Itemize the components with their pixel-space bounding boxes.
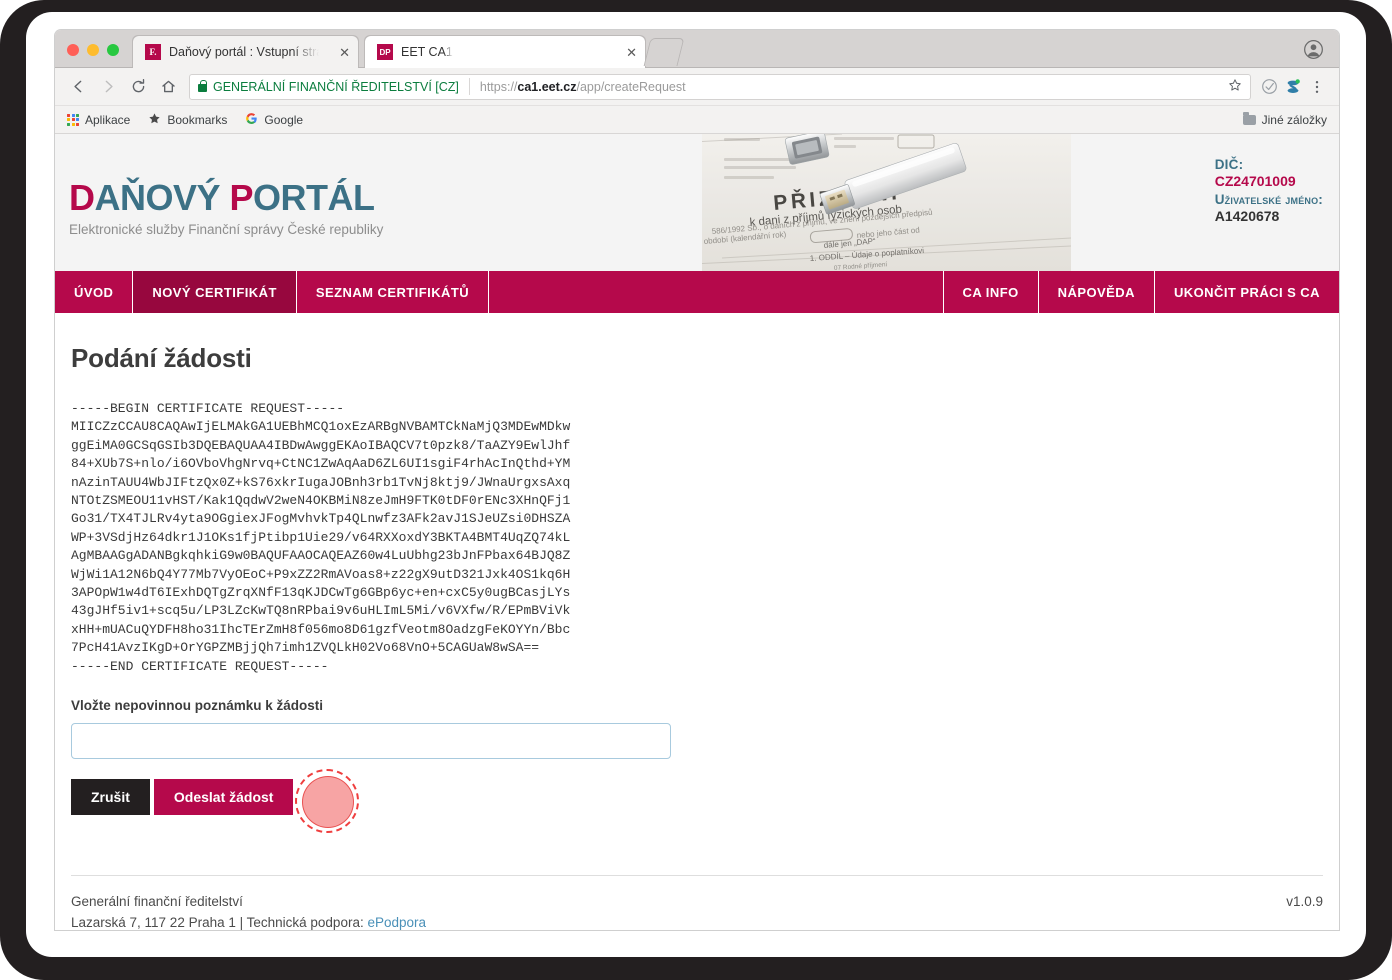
- browser-tab-2-close-icon[interactable]: ✕: [614, 46, 637, 59]
- profile-avatar-icon[interactable]: [1304, 40, 1323, 59]
- bookmark-google-label: Google: [264, 112, 304, 127]
- star-filled-icon: [148, 112, 161, 128]
- kebab-menu-icon[interactable]: [1305, 79, 1329, 95]
- nav-item-napoveda[interactable]: NÁPOVĚDA: [1039, 271, 1155, 313]
- favicon-danovy-portal-icon: F.: [145, 44, 161, 60]
- browser-tab-strip: F. Daňový portál : Vstupní stránk ✕ DP E…: [55, 30, 1339, 68]
- folder-icon: [1242, 111, 1256, 125]
- other-bookmarks[interactable]: Jiné záložky: [1242, 111, 1327, 127]
- dic-label: DIČ:: [1214, 157, 1244, 172]
- bookmarks-bar: Aplikace Bookmarks Google Jiné záložky: [55, 106, 1339, 134]
- nav-item-ukoncit-praci[interactable]: UKONČIT PRÁCI S CA: [1155, 271, 1339, 313]
- omnibox-divider: [468, 78, 470, 95]
- footer-org-block: Generální finanční ředitelství Lazarská …: [71, 892, 426, 930]
- google-g-icon: [245, 112, 258, 128]
- form-button-row: Zrušit Odeslat žádost: [71, 769, 1323, 834]
- logo-letter-d: D: [69, 177, 95, 218]
- new-tab-button[interactable]: [643, 38, 685, 66]
- footer-address-line: Lazarská 7, 117 22 Praha 1 | Technická p…: [71, 913, 426, 930]
- extension-icon[interactable]: [1257, 78, 1281, 95]
- desktop-background: F. Daňový portál : Vstupní stránk ✕ DP E…: [0, 0, 1392, 980]
- nav-item-seznam-certifikatu[interactable]: SEZNAM CERTIFIKÁTŮ: [297, 271, 490, 313]
- browser-tab-1-close-icon[interactable]: ✕: [327, 46, 350, 59]
- footer-address: Lazarská 7, 117 22 Praha 1 | Technická p…: [71, 914, 368, 930]
- main-content: Podání žádosti -----BEGIN CERTIFICATE RE…: [55, 313, 1339, 853]
- secure-lock-icon: [198, 79, 207, 92]
- logo-danovy-rest: AŇOVÝ: [94, 177, 230, 218]
- other-bookmarks-label: Jiné záložky: [1261, 112, 1327, 127]
- address-bar[interactable]: GENERÁLNÍ FINANČNÍ ŘEDITELSTVÍ [CZ] http…: [189, 73, 1251, 100]
- main-navigation: ÚVOD NOVÝ CERTIFIKÁT SEZNAM CERTIFIKÁTŮ …: [55, 271, 1339, 313]
- site-logo-subtitle: Elektronické služby Finanční správy Česk…: [69, 222, 384, 237]
- priznani-banner-image: PŘIZNÁNÍ k dani z příjmů fyzických osob …: [702, 134, 1071, 271]
- page-content: PŘIZNÁNÍ k dani z příjmů fyzických osob …: [55, 134, 1339, 930]
- minimize-window-button[interactable]: [87, 44, 99, 56]
- url-scheme: https://: [479, 79, 518, 94]
- logo-letter-p: P: [229, 177, 254, 218]
- dic-value: CZ24701009: [1214, 173, 1296, 190]
- page-footer: Generální finanční ředitelství Lazarská …: [71, 875, 1323, 930]
- footer-version: v1.0.9: [1286, 894, 1323, 909]
- back-arrow-icon[interactable]: [65, 74, 91, 100]
- browser-window: F. Daňový portál : Vstupní stránk ✕ DP E…: [55, 30, 1339, 930]
- bookmark-apps[interactable]: Aplikace: [67, 113, 130, 127]
- home-icon[interactable]: [155, 74, 181, 100]
- bookmark-apps-label: Aplikace: [85, 112, 131, 127]
- browser-tab-1[interactable]: F. Daňový portál : Vstupní stránk ✕: [133, 36, 358, 68]
- username-value: A1420678: [1214, 208, 1280, 225]
- site-logo[interactable]: DAŇOVÝ PORTÁL Elektronické služby Finanč…: [69, 180, 384, 238]
- footer-organization: Generální finanční ředitelství: [71, 894, 243, 909]
- logo-portal-rest: ORTÁL: [253, 177, 375, 218]
- certificate-request-text: -----BEGIN CERTIFICATE REQUEST----- MIIC…: [71, 401, 571, 674]
- favicon-eet-ca1-icon: DP: [377, 44, 393, 60]
- epodpora-link[interactable]: ePodpora: [367, 915, 426, 930]
- note-input[interactable]: [71, 723, 671, 760]
- page-title: Podání žádosti: [71, 343, 252, 373]
- bookmark-star-icon[interactable]: [1228, 78, 1242, 95]
- nav-right-group: CA INFO NÁPOVĚDA UKONČIT PRÁCI S CA: [944, 271, 1339, 313]
- apps-grid-icon: [67, 113, 79, 126]
- close-window-button[interactable]: [67, 44, 79, 56]
- browser-tab-1-title: Daňový portál : Vstupní stránk: [169, 45, 319, 59]
- reload-icon[interactable]: [125, 74, 151, 100]
- submit-request-button[interactable]: Odeslat žádost: [153, 779, 294, 816]
- url-host: ca1.eet.cz: [517, 79, 577, 94]
- bookmark-google[interactable]: Google: [245, 112, 303, 128]
- nav-item-uvod[interactable]: ÚVOD: [55, 271, 134, 313]
- nav-item-ca-info[interactable]: CA INFO: [944, 271, 1039, 313]
- user-identity-block: DIČ: CZ24701009 Uživatelské jméno: A1420…: [1215, 156, 1323, 226]
- site-header: PŘIZNÁNÍ k dani z příjmů fyzických osob …: [55, 134, 1339, 271]
- nav-spacer: [489, 271, 944, 313]
- address-bar-url: https://ca1.eet.cz/app/createRequest: [480, 80, 686, 94]
- bookmark-bookmarks-label: Bookmarks: [167, 112, 228, 127]
- browser-tab-2-title: EET CA1: [401, 45, 453, 59]
- site-logo-text: DAŇOVÝ PORTÁL: [69, 180, 383, 216]
- click-target-indicator: [295, 769, 359, 834]
- bookmark-bookmarks[interactable]: Bookmarks: [148, 112, 227, 128]
- window-controls: [67, 44, 119, 56]
- browser-tab-2[interactable]: DP EET CA1 ✕: [365, 36, 645, 68]
- url-path: /app/createRequest: [576, 79, 686, 94]
- browser-toolbar: GENERÁLNÍ FINANČNÍ ŘEDITELSTVÍ [CZ] http…: [55, 68, 1339, 106]
- nav-item-novy-certifikat[interactable]: NOVÝ CERTIFIKÁT: [133, 271, 297, 313]
- note-field-label: Vložte nepovinnou poznámku k žádosti: [71, 698, 324, 714]
- sync-icon[interactable]: [1281, 78, 1305, 96]
- ev-certificate-label: GENERÁLNÍ FINANČNÍ ŘEDITELSTVÍ [CZ]: [213, 79, 459, 94]
- forward-arrow-icon: [95, 74, 121, 100]
- username-label: Uživatelské jméno:: [1214, 192, 1323, 208]
- cancel-button[interactable]: Zrušit: [71, 779, 150, 816]
- maximize-window-button[interactable]: [107, 44, 119, 56]
